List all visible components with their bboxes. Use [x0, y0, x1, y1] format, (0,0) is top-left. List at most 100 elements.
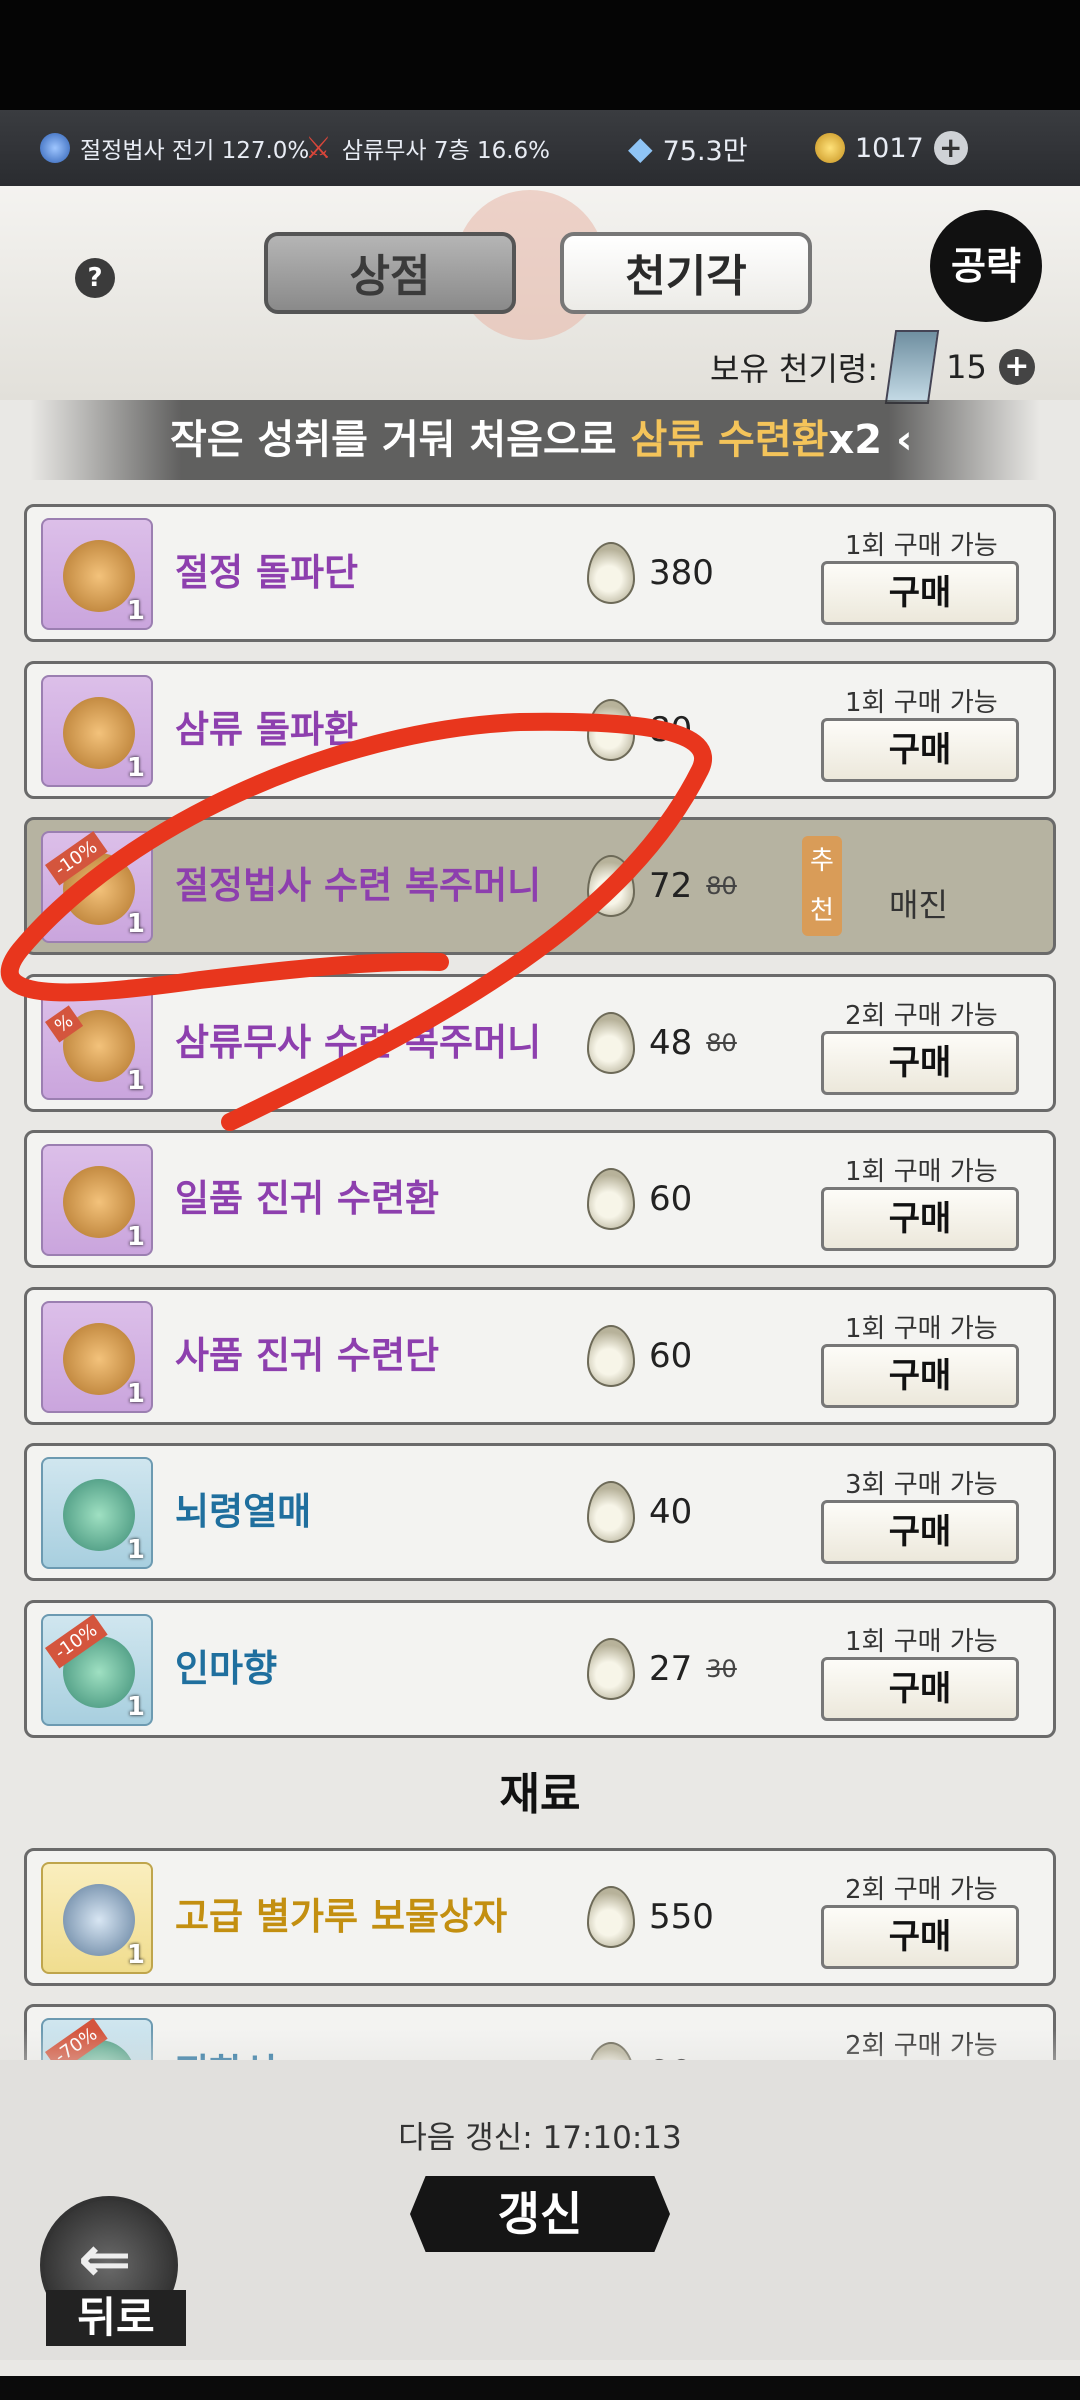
item-price: 380: [587, 507, 714, 639]
item-image-icon: [63, 1884, 135, 1956]
purchase-limit: 1회 구매 가능: [845, 1626, 998, 1657]
item-name: 사품 진귀 수련단: [175, 1333, 440, 1377]
next-refresh-timer: 다음 갱신: 17:10:13: [398, 2120, 682, 2156]
purchase-limit: 2회 구매 가능: [845, 1000, 998, 1031]
price-value: 27: [649, 1648, 693, 1689]
notification-banner: 작은 성취를 거둬 처음으로 삼류 수련환x2 ‹: [30, 400, 1040, 480]
shop-item-row: 1 뇌령열매 40 3회 구매 가능 구매: [24, 1443, 1056, 1581]
buy-button[interactable]: 구매: [821, 717, 1019, 782]
back-label[interactable]: 뒤로: [46, 2290, 186, 2346]
banner-suffix: x2 ‹: [828, 417, 913, 463]
buy-button[interactable]: 구매: [821, 1905, 1019, 1969]
item-icon[interactable]: -10% 1: [41, 1613, 153, 1726]
heavenly-token-icon: [587, 1168, 635, 1230]
buy-button[interactable]: 구매: [821, 1187, 1019, 1251]
price-value: 72: [649, 866, 693, 906]
coin-amount: 1017: [855, 132, 924, 164]
buy-button[interactable]: 구매: [821, 1500, 1019, 1564]
item-icon[interactable]: 1: [41, 674, 153, 787]
recommend-tag: 추천: [802, 836, 842, 936]
heavenly-token-icon: [587, 698, 635, 761]
section-title-materials: 재료: [499, 1769, 581, 1820]
price-value: 380: [649, 553, 714, 593]
buy-button[interactable]: 구매: [821, 1343, 1019, 1408]
item-count: 1: [126, 1940, 145, 1970]
item-count: 1: [126, 909, 145, 939]
item-price: 48 80: [587, 977, 737, 1109]
original-price: 30: [706, 1654, 737, 1683]
item-name: 절정법사 수련 복주머니: [175, 864, 542, 907]
item-icon[interactable]: 1: [41, 1300, 153, 1413]
item-price: 40: [587, 1446, 692, 1578]
item-count: 1: [126, 1222, 145, 1252]
shop-item-row: 1 고급 별가루 보물상자 550 2회 구매 가능 구매: [24, 1848, 1056, 1986]
item-image-icon: [63, 1166, 135, 1238]
resource-item-1: 절정법사 전기 127.0%: [40, 131, 309, 165]
item-count: 1: [126, 1378, 145, 1409]
buy-button[interactable]: 구매: [821, 1656, 1019, 1721]
purchase-limit: 1회 구매 가능: [845, 1157, 998, 1187]
refresh-button[interactable]: 갱신: [410, 2176, 670, 2252]
buy-button[interactable]: 구매: [821, 561, 1019, 625]
purchase-limit: 1회 구매 가능: [845, 687, 998, 718]
crystal-icon: ◆: [628, 129, 653, 167]
tab-shop[interactable]: 상점: [264, 232, 516, 314]
resource-item-1-label: 절정법사 전기 127.0%: [80, 138, 310, 164]
heavenly-token-icon: [587, 1011, 635, 1074]
item-icon[interactable]: 1: [41, 1144, 153, 1256]
item-price: 60: [587, 1133, 692, 1265]
item-price: 550: [587, 1851, 714, 1983]
status-bar-background: [0, 0, 1080, 110]
heavenly-token-icon: [587, 1886, 635, 1948]
tab-heavenly-pavilion[interactable]: 천기각: [560, 232, 812, 314]
item-icon[interactable]: % 1: [41, 987, 153, 1100]
item-image-icon: [63, 1322, 135, 1395]
shop-item-row: 1 삼류 돌파환 80 1회 구매 가능 구매: [24, 660, 1056, 799]
item-count: 1: [126, 1065, 145, 1096]
item-price: 72 80: [587, 820, 737, 952]
shop-item-row: 1 일품 진귀 수련환 60 1회 구매 가능 구매: [24, 1130, 1056, 1268]
item-name: 삼류무사 수련 복주머니: [175, 1020, 542, 1064]
item-icon[interactable]: 1: [41, 1862, 153, 1974]
original-price: 80: [706, 1028, 737, 1057]
buy-button[interactable]: 구매: [821, 1030, 1019, 1095]
price-value: 48: [649, 1022, 693, 1063]
item-icon[interactable]: 1: [41, 1457, 153, 1569]
item-count: 1: [126, 1691, 145, 1722]
item-name: 일품 진귀 수련환: [175, 1177, 440, 1220]
item-name: 고급 별가루 보물상자: [175, 1895, 508, 1938]
shop-item-row: % 1 삼류무사 수련 복주머니 48 80 2회 구매 가능 구매: [24, 973, 1056, 1112]
banner-text: 작은 성취를 거둬 처음으로: [170, 417, 631, 463]
coin-resource: 1017 +: [815, 131, 968, 165]
item-count: 1: [126, 1535, 145, 1565]
heavenly-token-icon: [587, 542, 635, 604]
item-name: 절정 돌파단: [175, 551, 359, 594]
price-value: 550: [649, 1897, 714, 1937]
heavenly-token-icon: [587, 1637, 635, 1700]
shop-item-row: -10% 1 절정법사 수련 복주머니 72 80 추천 매진: [24, 817, 1056, 955]
add-coin-button[interactable]: +: [933, 131, 968, 165]
price-value: 60: [649, 1335, 693, 1376]
back-arrow-icon: ⇐: [78, 2223, 132, 2297]
resource-item-2-label: 삼류무사 7층 16.6%: [341, 138, 551, 164]
item-price: 27 30: [587, 1603, 737, 1735]
help-button[interactable]: ?: [75, 258, 115, 298]
add-token-button[interactable]: +: [998, 349, 1035, 385]
item-price: 60: [587, 1290, 692, 1422]
resource-item-2: ⚔ 삼류무사 7층 16.6%: [305, 131, 550, 166]
item-name: 인마향: [175, 1646, 278, 1690]
item-icon[interactable]: -10% 1: [41, 831, 153, 943]
item-icon[interactable]: 1: [41, 518, 153, 630]
purchase-limit: 1회 구매 가능: [845, 1313, 998, 1344]
item-name: 삼류 돌파환: [175, 707, 359, 751]
holdings-label: 보유 천기령:: [710, 350, 879, 388]
price-value: 60: [649, 1179, 693, 1219]
shop-item-row: -10% 1 인마향 27 30 1회 구매 가능 구매: [24, 1599, 1056, 1738]
crystal-resource: ◆ 75.3만: [628, 129, 748, 168]
sword-icon: ⚔: [305, 130, 332, 166]
guide-button[interactable]: 공략: [930, 210, 1042, 322]
item-image-icon: [63, 696, 135, 769]
item-count: 1: [126, 596, 145, 626]
item-price: 80: [587, 664, 692, 796]
crystal-amount: 75.3만: [662, 135, 748, 167]
